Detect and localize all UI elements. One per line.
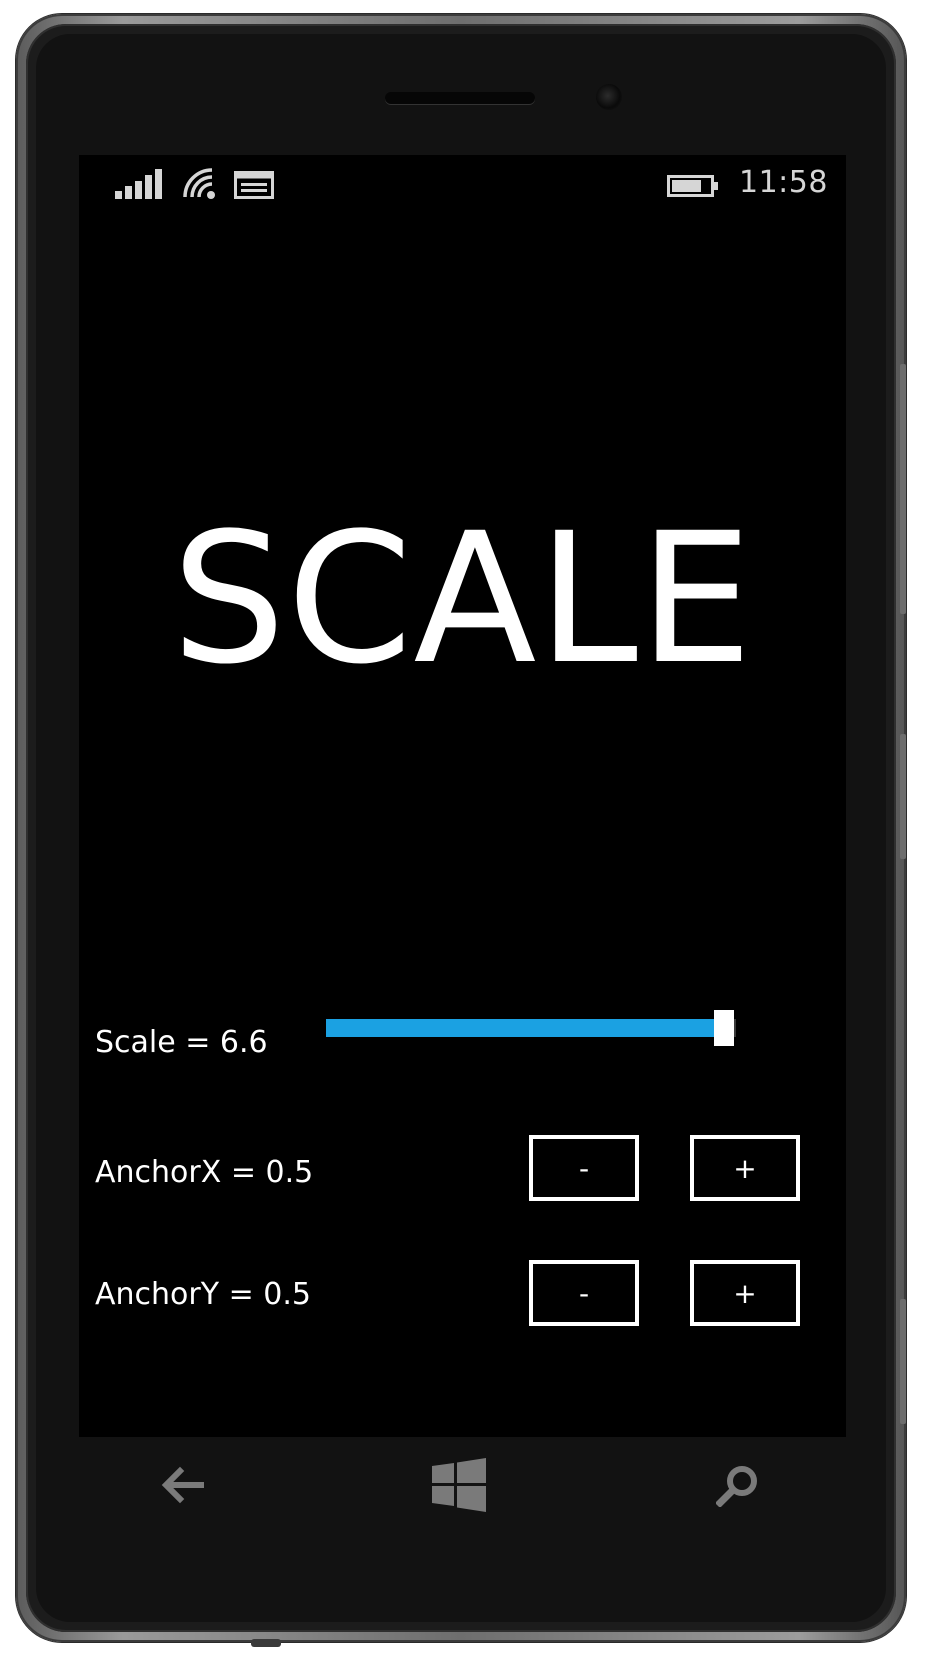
front-camera [596, 84, 622, 110]
anchor-y-decrease-button[interactable]: - [529, 1260, 639, 1326]
back-arrow-icon[interactable] [160, 1465, 204, 1505]
anchor-x-increase-button[interactable]: + [690, 1135, 800, 1201]
scale-slider-fill [326, 1019, 724, 1037]
anchor-y-increase-button[interactable]: + [690, 1260, 800, 1326]
search-icon[interactable] [716, 1463, 760, 1507]
wifi-icon [183, 168, 215, 199]
phone-bottom-port [251, 1639, 281, 1647]
status-bar: 11:58 [79, 155, 846, 205]
power-button [900, 734, 906, 859]
battery-icon [667, 175, 718, 197]
volume-button [900, 364, 906, 614]
scale-readout: Scale = 6.6 [95, 1025, 268, 1060]
scale-slider[interactable] [326, 1010, 736, 1046]
windows-start-icon[interactable] [432, 1458, 486, 1512]
app-screen: 11:58 SCALE Scale = 6.6 AnchorX = 0.5 - … [79, 155, 846, 1437]
signal-bars-icon [115, 169, 162, 199]
anchor-x-decrease-button[interactable]: - [529, 1135, 639, 1201]
camera-button [900, 1299, 906, 1424]
anchor-y-readout: AnchorY = 0.5 [95, 1277, 311, 1312]
scaled-demo-label: SCALE [171, 495, 754, 704]
scale-slider-thumb[interactable] [714, 1010, 734, 1046]
status-time: 11:58 [739, 165, 828, 200]
earpiece-speaker [385, 92, 535, 104]
message-icon [234, 171, 274, 199]
anchor-x-readout: AnchorX = 0.5 [95, 1155, 314, 1190]
